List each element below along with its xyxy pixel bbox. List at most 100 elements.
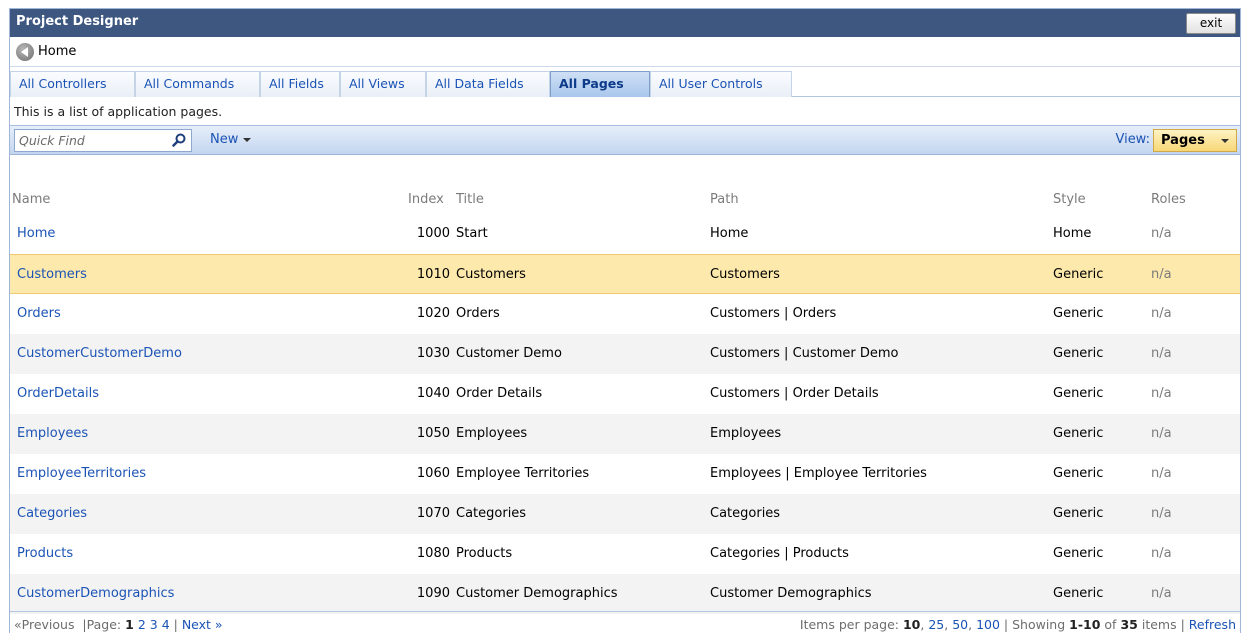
page-path: Customer Demographics <box>710 586 872 601</box>
refresh-link[interactable]: Refresh <box>1189 617 1236 632</box>
home-bar: Home <box>10 37 1240 67</box>
page-title-cell: Customer Demographics <box>456 586 618 601</box>
page-title-cell: Employee Territories <box>456 466 590 481</box>
page-title-cell: Order Details <box>456 386 543 401</box>
page-roles: n/a <box>1151 386 1172 401</box>
new-button-label: New <box>210 132 239 147</box>
table-row[interactable]: Products 1080 Products Categories | Product… <box>10 534 1240 574</box>
page-roles: n/a <box>1151 506 1172 521</box>
table-row[interactable]: CustomerDemographics 1090 Customer Demogra… <box>10 574 1240 614</box>
of-label: of <box>1104 617 1117 632</box>
page-style: Generic <box>1053 386 1104 401</box>
page-name-link[interactable]: CustomerCustomerDemo <box>17 346 182 361</box>
page-title-cell: Categories <box>456 506 527 521</box>
page-title-cell: Customer Demo <box>456 346 562 361</box>
page-link-4[interactable]: 4 <box>162 617 170 632</box>
table-row[interactable]: Customers 1010 Customers Customers Generic n/… <box>10 254 1240 294</box>
page-name-link[interactable]: CustomerDemographics <box>17 586 174 601</box>
page-style: Generic <box>1053 306 1104 321</box>
page-title-cell: Customers <box>456 267 526 282</box>
page-description: This is a list of application pages. <box>14 104 223 119</box>
column-header-roles[interactable]: Roles <box>1151 192 1186 207</box>
page-style: Generic <box>1053 466 1104 481</box>
page-name-link[interactable]: Customers <box>17 267 87 282</box>
quick-find-input[interactable] <box>19 132 167 149</box>
tab-all-views[interactable]: All Views <box>340 71 426 97</box>
table-row[interactable]: Categories 1070 Categories Categories Generi… <box>10 494 1240 534</box>
page-index: 1090 <box>416 586 450 601</box>
page-index: 1070 <box>416 506 450 521</box>
page-size-25[interactable]: 25 <box>928 617 944 632</box>
column-header-index[interactable]: Index <box>408 192 444 207</box>
table-row[interactable]: CustomerCustomerDemo 1030 Customer Demo Cus… <box>10 334 1240 374</box>
page-name-link[interactable]: Orders <box>17 306 61 321</box>
new-button[interactable]: New <box>210 132 252 147</box>
page-style: Generic <box>1053 586 1104 601</box>
showing-label: Showing <box>1012 617 1066 632</box>
page-name-link[interactable]: Employees <box>17 426 88 441</box>
page-path: Customers <box>710 267 780 282</box>
page-title-cell: Orders <box>456 306 500 321</box>
page-name-link[interactable]: Products <box>17 546 73 561</box>
page-index: 1010 <box>416 267 450 282</box>
page-index: 1080 <box>416 546 450 561</box>
table-row[interactable]: EmployeeTerritories 1060 Employee Territor… <box>10 454 1240 494</box>
view-selector-value: Pages <box>1161 133 1205 148</box>
page-path: Employees <box>710 426 782 441</box>
page-link-2[interactable]: 2 <box>138 617 146 632</box>
tab-all-data-fields[interactable]: All Data Fields <box>426 71 550 97</box>
back-arrow-icon[interactable] <box>16 43 34 61</box>
search-icon[interactable] <box>172 133 186 147</box>
home-link[interactable]: Home <box>38 44 76 59</box>
chevron-down-icon <box>1221 139 1229 143</box>
page-index: 1030 <box>416 346 450 361</box>
window-title: Project Designer <box>16 14 139 29</box>
pager-navigation: «Previous |Page: 1 2 3 4 | Next » <box>14 617 223 632</box>
table-row[interactable]: Orders 1020 Orders Customers | Orders Generi… <box>10 294 1240 334</box>
total-count: 35 <box>1120 617 1138 632</box>
page-path: Home <box>710 226 749 241</box>
page-title-cell: Products <box>456 546 513 561</box>
tab-all-controllers[interactable]: All Controllers <box>10 71 135 97</box>
page-link-3[interactable]: 3 <box>150 617 158 632</box>
page-index: 1020 <box>416 306 450 321</box>
page-size-100[interactable]: 100 <box>976 617 1000 632</box>
items-label: items <box>1141 617 1177 632</box>
page-path: Customers | Order Details <box>710 386 879 401</box>
pager-info: Items per page: 10, 25, 50, 100 | Showin… <box>799 617 1236 632</box>
exit-button[interactable]: exit <box>1186 13 1236 34</box>
page-roles: n/a <box>1151 346 1172 361</box>
tab-all-user-controls[interactable]: All User Controls <box>650 71 792 97</box>
page-roles: n/a <box>1151 586 1172 601</box>
column-header-path[interactable]: Path <box>710 192 739 207</box>
page-name-link[interactable]: OrderDetails <box>17 386 99 401</box>
table-row[interactable]: Employees 1050 Employees Employees Generic n/… <box>10 414 1240 454</box>
tab-all-pages[interactable]: All Pages <box>550 71 650 97</box>
table-row[interactable]: OrderDetails 1040 Order Details Customers |… <box>10 374 1240 414</box>
page-roles: n/a <box>1151 466 1172 481</box>
tab-all-fields[interactable]: All Fields <box>260 71 340 97</box>
grid-header: Name Index Title Path Style Roles <box>10 187 1240 214</box>
tab-strip: All Controllers All Commands All Fields … <box>10 67 1240 97</box>
page-name-link[interactable]: EmployeeTerritories <box>17 466 146 481</box>
page-roles: n/a <box>1151 226 1172 241</box>
page-name-link[interactable]: Categories <box>17 506 87 521</box>
page-index: 1040 <box>416 386 450 401</box>
tab-all-commands[interactable]: All Commands <box>135 71 260 97</box>
showing-range: 1-10 <box>1069 617 1101 632</box>
page-name-link[interactable]: Home <box>17 226 55 241</box>
page-style: Generic <box>1053 546 1104 561</box>
page-index: 1000 <box>416 226 450 241</box>
view-selector[interactable]: Pages <box>1153 129 1237 152</box>
page-size-50[interactable]: 50 <box>952 617 968 632</box>
column-header-title[interactable]: Title <box>456 192 484 207</box>
page-link-1[interactable]: 1 <box>125 617 134 632</box>
table-row[interactable]: Home 1000 Start Home Home n/a <box>10 214 1240 254</box>
column-header-name[interactable]: Name <box>12 192 50 207</box>
next-link[interactable]: Next » <box>182 617 223 632</box>
action-bar: New View: Pages <box>10 125 1240 155</box>
project-designer-window: Project Designer exit Home All Controlle… <box>9 8 1241 633</box>
column-header-style[interactable]: Style <box>1053 192 1086 207</box>
page-path: Categories <box>710 506 781 521</box>
previous-link: «Previous <box>14 617 75 632</box>
